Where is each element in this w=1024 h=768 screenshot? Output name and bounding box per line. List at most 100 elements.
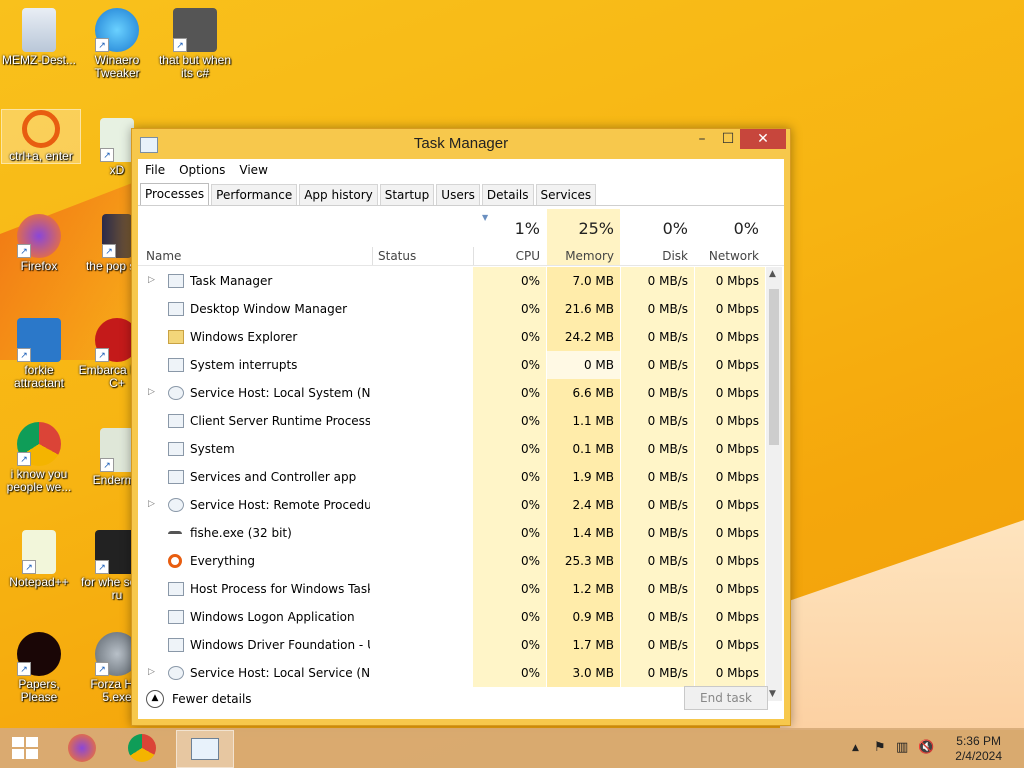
column-disk[interactable]: 0% Disk (621, 209, 694, 265)
disk-cell: 0 MB/s (621, 267, 694, 295)
start-button[interactable] (12, 737, 38, 759)
scroll-thumb[interactable] (769, 289, 779, 445)
desktop-icon-notepadpp[interactable]: ↗ Notepad++ (0, 530, 78, 589)
table-row[interactable]: Services and Controller app 0% 1.9 MB 0 MB/… (138, 463, 766, 491)
everything-search-icon (168, 554, 182, 568)
disk-cell: 0 MB/s (621, 547, 694, 575)
menu-bar: File Options View (138, 159, 784, 181)
firefox-icon: ↗ (17, 214, 61, 258)
expand-chevron-icon[interactable]: ▷ (148, 667, 155, 677)
shortcut-arrow-icon: ↗ (17, 348, 31, 362)
memory-cell: 2.4 MB (547, 491, 620, 519)
table-row[interactable]: Client Server Runtime Process 0% 1.1 MB 0 M… (138, 407, 766, 435)
memory-cell: 1.7 MB (547, 631, 620, 659)
table-row[interactable]: Host Process for Windows Tasks 0% 1.2 MB 0 … (138, 575, 766, 603)
menu-options[interactable]: Options (172, 163, 232, 177)
table-row[interactable]: fishe.exe (32 bit) 0% 1.4 MB 0 MB/s 0 Mbps (138, 519, 766, 547)
cpu-cell: 0% (473, 295, 546, 323)
clock[interactable]: 5:36 PM 2/4/2024 (955, 734, 1002, 764)
network-icon[interactable]: ▥ (896, 740, 908, 755)
process-name: Windows Driver Foundation - U... (190, 638, 370, 652)
table-row[interactable]: Everything 0% 25.3 MB 0 MB/s 0 Mbps (138, 547, 766, 575)
taskbar-firefox[interactable] (58, 730, 106, 766)
expand-chevron-icon[interactable]: ▷ (148, 499, 155, 509)
disk-cell: 0 MB/s (621, 323, 694, 351)
table-row[interactable]: ▷ Service Host: Local System (Net... 0%6.6… (138, 379, 766, 407)
cpu-cell: 0% (473, 575, 546, 603)
scroll-down-icon[interactable]: ▼ (769, 689, 776, 699)
desktop-icon-forkie[interactable]: ↗ forkie attractant (0, 318, 78, 390)
desktop-icon-that-but-when[interactable]: ↗ that but when its c# (156, 8, 234, 80)
fewer-details-button[interactable]: ▲ Fewer details (146, 690, 252, 708)
tab-details[interactable]: Details (481, 184, 534, 205)
tab-strip: Processes Performance App history Startu… (138, 181, 784, 206)
memory-cell: 0.1 MB (547, 435, 620, 463)
network-cell: 0 Mbps (695, 603, 765, 631)
disk-cell: 0 MB/s (621, 435, 694, 463)
taskbar-chrome[interactable] (118, 730, 166, 766)
cpu-cell: 0% (473, 519, 546, 547)
desktop-icon-memz[interactable]: MEMZ-Dest... (0, 8, 78, 67)
windows-logo-icon (26, 749, 38, 759)
shortcut-arrow-icon: ↗ (17, 244, 31, 258)
cpu-cell: 0% (473, 659, 546, 687)
memory-cell: 24.2 MB (547, 323, 620, 351)
taskbar: ▲ ⚑ ▥ 🔇 5:36 PM 2/4/2024 (0, 728, 1024, 768)
minimize-button[interactable]: – (688, 129, 716, 149)
monitor-gear-icon: ↗ (17, 318, 61, 362)
taskbar-task-manager[interactable] (176, 730, 234, 768)
desktop-icon-label: Papers, Please (18, 677, 60, 704)
close-button[interactable]: ✕ (740, 129, 786, 149)
process-icon (168, 274, 184, 288)
table-row[interactable]: ▷ Task Manager 0% 7.0 MB 0 MB/s 0 Mbps (138, 267, 766, 295)
desktop-icon-ctrl-a[interactable]: ctrl+a, enter (1, 109, 81, 164)
tab-startup[interactable]: Startup (379, 184, 435, 205)
desktop-icon-papers-please[interactable]: ↗ Papers, Please (0, 632, 78, 704)
table-row[interactable]: Windows Driver Foundation - U... 0% 1.7 MB… (138, 631, 766, 659)
end-task-button[interactable]: End task (684, 686, 768, 710)
menu-file[interactable]: File (138, 163, 172, 177)
expand-chevron-icon[interactable]: ▷ (148, 275, 155, 285)
volume-muted-icon[interactable]: 🔇 (918, 740, 934, 755)
scroll-up-icon[interactable]: ▲ (769, 269, 776, 279)
show-hidden-icons-icon[interactable]: ▲ (852, 743, 859, 753)
papers-please-icon: ↗ (17, 632, 61, 676)
tab-users[interactable]: Users (436, 184, 480, 205)
column-network[interactable]: 0% Network (695, 209, 765, 265)
table-row[interactable]: Desktop Window Manager 0% 21.6 MB 0 MB/s 0 M… (138, 295, 766, 323)
expand-chevron-icon[interactable]: ▷ (148, 387, 155, 397)
process-icon (168, 610, 184, 624)
process-name: Windows Logon Application (190, 610, 355, 624)
gear-icon (168, 498, 184, 512)
table-row[interactable]: Windows Explorer 0% 24.2 MB 0 MB/s 0 Mbps (138, 323, 766, 351)
tab-performance[interactable]: Performance (211, 184, 298, 205)
column-divider[interactable] (372, 247, 373, 265)
process-name: Services and Controller app (190, 470, 357, 484)
desktop-icon-chrome[interactable]: ↗ i know you people we... (0, 422, 78, 494)
table-row[interactable]: System interrupts 0% 0 MB 0 MB/s 0 Mbps (138, 351, 766, 379)
table-row[interactable]: Windows Logon Application 0% 0.9 MB 0 MB/s 0… (138, 603, 766, 631)
column-cpu[interactable]: 1% CPU (473, 209, 546, 265)
column-memory[interactable]: 25% Memory (547, 209, 620, 265)
shortcut-arrow-icon: ↗ (22, 560, 36, 574)
desktop-icon-firefox[interactable]: ↗ Firefox (0, 214, 78, 273)
tab-app-history[interactable]: App history (299, 184, 378, 205)
column-status[interactable]: Status (378, 249, 416, 263)
tab-services[interactable]: Services (535, 184, 597, 205)
cpu-cell: 0% (473, 463, 546, 491)
network-cell: 0 Mbps (695, 575, 765, 603)
desktop-icon-label: ctrl+a, enter (9, 149, 73, 163)
vertical-scrollbar[interactable]: ▲ ▼ (766, 267, 782, 701)
menu-view[interactable]: View (232, 163, 274, 177)
maximize-button[interactable]: ☐ (714, 129, 742, 149)
table-row[interactable]: ▷ Service Host: Remote Procedure... 0%2.4 … (138, 491, 766, 519)
column-name[interactable]: Name (146, 249, 181, 263)
tab-processes[interactable]: Processes (140, 183, 210, 205)
network-cell: 0 Mbps (695, 407, 765, 435)
table-row[interactable]: ▷ Service Host: Local Service (No l... 0%3… (138, 659, 766, 687)
desktop-icon-winaero[interactable]: ↗ Winaero Tweaker (78, 8, 156, 80)
flag-icon[interactable]: ⚑ (874, 740, 886, 755)
table-row[interactable]: System 0% 0.1 MB 0 MB/s 0 Mbps (138, 435, 766, 463)
title-bar[interactable]: Task Manager – ☐ ✕ (132, 129, 790, 159)
process-name: Windows Explorer (190, 330, 298, 344)
